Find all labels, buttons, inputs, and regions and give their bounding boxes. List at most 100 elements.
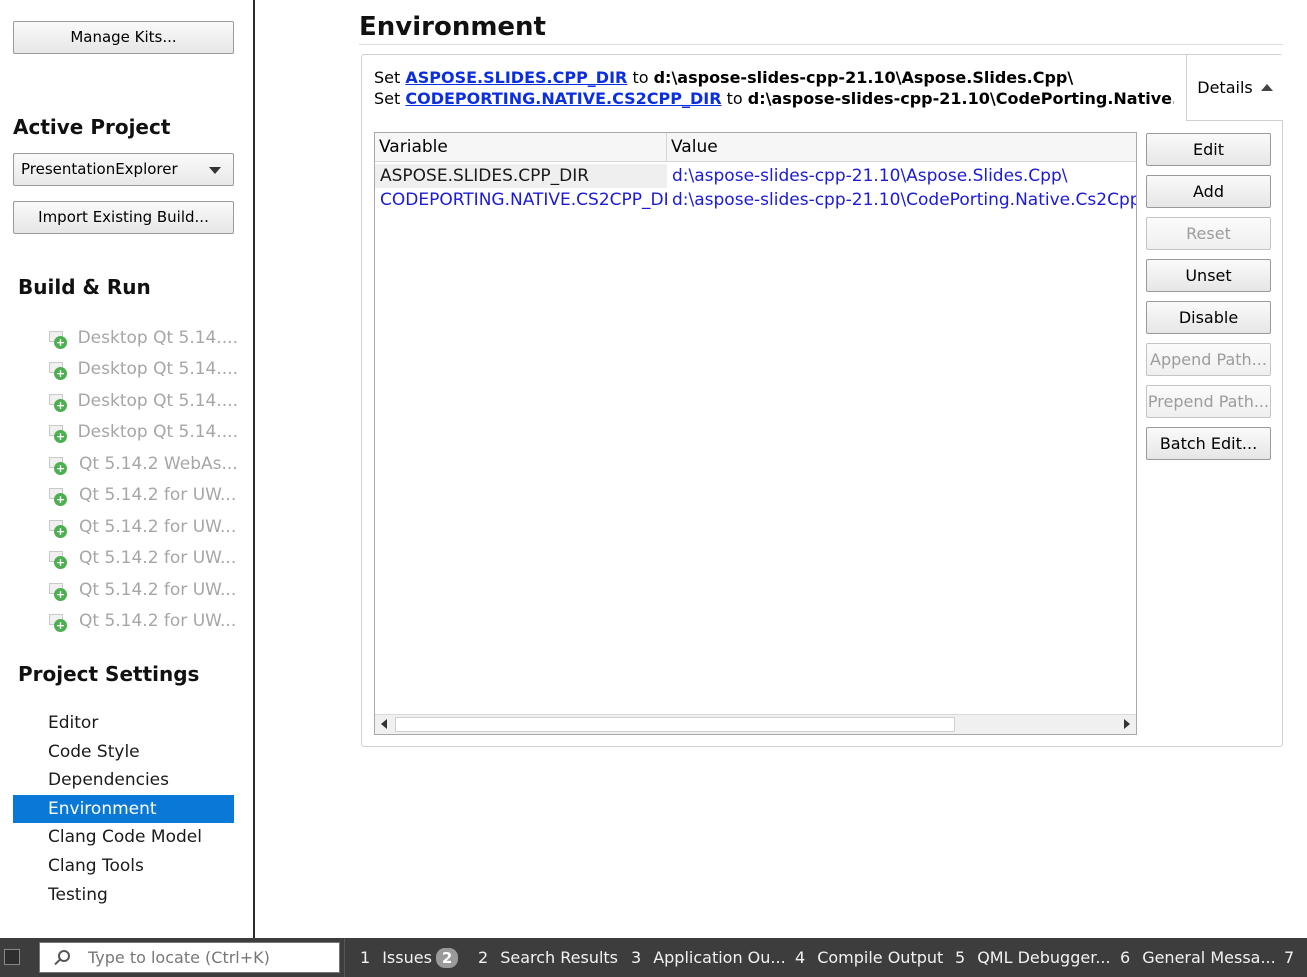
manage-kits-button[interactable]: Manage Kits... (13, 21, 234, 54)
tab-label: QML Debugger... (977, 948, 1111, 967)
kit-label: Qt 5.14.2 for UW... (79, 516, 237, 537)
page-title: Environment (359, 12, 546, 42)
kit-item[interactable]: + Qt 5.14.2 for UW... (48, 511, 238, 543)
summary-prefix: Set (374, 89, 406, 108)
project-settings-list: Editor Code Style Dependencies Environme… (13, 709, 234, 909)
append-path-button[interactable]: Append Path... (1146, 343, 1271, 376)
tab-number: 5 (955, 948, 966, 967)
summary-prefix: Set (374, 68, 406, 87)
kit-label: Desktop Qt 5.14.... (77, 327, 238, 348)
settings-item-clang-code-model[interactable]: Clang Code Model (13, 823, 234, 852)
kit-label: Qt 5.14.2 for UW... (79, 579, 237, 600)
output-tab-qml-debugger[interactable]: 5 QML Debugger... (955, 938, 1111, 977)
kit-item[interactable]: + Qt 5.14.2 for UW... (48, 606, 238, 638)
scroll-left-icon[interactable] (381, 719, 387, 729)
locator[interactable] (39, 942, 340, 973)
kit-item[interactable]: + Desktop Qt 5.14.... (48, 385, 238, 417)
output-tab-general-messages[interactable]: 6 General Messa... (1120, 938, 1276, 977)
horizontal-scrollbar[interactable] (375, 714, 1136, 734)
summary-variable-link[interactable]: ASPOSE.SLIDES.CPP_DIR (405, 68, 627, 87)
output-tab-application-output[interactable]: 3 Application Ou... (631, 938, 786, 977)
summary-value: d:\aspose-slides-cpp-21.10\Aspose.Slides… (653, 68, 1074, 87)
add-kit-icon: + (48, 549, 67, 570)
settings-item-dependencies[interactable]: Dependencies (13, 766, 234, 795)
active-project-heading: Active Project (13, 115, 171, 139)
sidebar: Manage Kits... Active Project Presentati… (0, 0, 255, 938)
disable-button[interactable]: Disable (1146, 301, 1271, 334)
status-divider (344, 938, 345, 977)
value-cell: d:\aspose-slides-cpp-21.10\CodePorting.N… (672, 190, 1136, 210)
add-kit-icon: + (48, 486, 67, 507)
add-button[interactable]: Add (1146, 175, 1271, 208)
settings-item-environment[interactable]: Environment (13, 794, 234, 824)
tab-label: General Messa... (1142, 948, 1276, 967)
kit-item[interactable]: + Qt 5.14.2 for UW... (48, 574, 238, 606)
project-settings-heading: Project Settings (18, 662, 200, 686)
active-project-value: PresentationExplorer (21, 160, 178, 178)
add-kit-icon: + (48, 360, 67, 381)
summary-variable-link[interactable]: CODEPORTING.NATIVE.CS2CPP_DIR (405, 89, 721, 108)
kit-label: Qt 5.14.2 WebAs... (79, 453, 238, 474)
summary-value: d:\aspose-slides-cpp-21.10\CodePorting.N… (747, 89, 1174, 108)
table-row[interactable]: ASPOSE.SLIDES.CPP_DIR d:\aspose-slides-c… (375, 164, 1136, 188)
column-header-variable[interactable]: Variable (375, 133, 667, 162)
collapse-arrow-icon (1260, 84, 1273, 91)
unset-button[interactable]: Unset (1146, 259, 1271, 292)
tab-label: Compile Output (817, 948, 944, 967)
variable-cell: CODEPORTING.NATIVE.CS2CPP_DIR (380, 190, 667, 210)
settings-item-code-style[interactable]: Code Style (13, 738, 234, 767)
kit-list: + Desktop Qt 5.14.... + Desktop Qt 5.14...… (48, 322, 238, 637)
app-window: Manage Kits... Active Project Presentati… (0, 0, 1307, 977)
kit-item[interactable]: + Desktop Qt 5.14.... (48, 322, 238, 354)
add-kit-icon: + (48, 329, 67, 349)
kit-label: Qt 5.14.2 for UW... (79, 485, 237, 506)
details-label: Details (1197, 78, 1253, 97)
output-tab-7[interactable]: 7 (1284, 938, 1294, 977)
locator-input[interactable] (88, 943, 338, 972)
tab-label: Application Ou... (653, 948, 786, 967)
tab-label: Search Results (500, 948, 619, 967)
active-project-select[interactable]: PresentationExplorer (13, 153, 234, 186)
add-kit-icon: + (48, 455, 67, 475)
tab-number: 1 (360, 948, 371, 967)
table-header: Variable Value (375, 133, 1136, 162)
kit-item[interactable]: + Qt 5.14.2 for UW... (48, 543, 238, 575)
reset-button[interactable]: Reset (1146, 217, 1271, 250)
details-toggle-button[interactable]: Details (1186, 55, 1283, 121)
add-kit-icon: + (48, 612, 67, 633)
scrollbar-thumb[interactable] (395, 717, 955, 732)
output-tab-issues[interactable]: 1 Issues 2 (360, 938, 459, 977)
table-row[interactable]: CODEPORTING.NATIVE.CS2CPP_DIR d:\aspose-… (375, 188, 1136, 212)
import-existing-build-button[interactable]: Import Existing Build... (13, 201, 234, 234)
kit-item[interactable]: + Qt 5.14.2 for UW... (48, 480, 238, 512)
kit-item[interactable]: + Desktop Qt 5.14.... (48, 417, 238, 449)
column-header-value[interactable]: Value (667, 133, 1136, 162)
settings-item-testing[interactable]: Testing (13, 881, 234, 910)
search-icon (58, 950, 70, 962)
tab-label: Issues (382, 948, 432, 967)
add-kit-icon: + (48, 392, 67, 412)
environment-summary: Set ASPOSE.SLIDES.CPP_DIR to d:\aspose-s… (374, 67, 1174, 109)
chevron-down-icon (209, 167, 221, 174)
edit-button[interactable]: Edit (1146, 133, 1271, 166)
kit-label: Desktop Qt 5.14.... (77, 359, 238, 380)
output-tab-compile-output[interactable]: 4 Compile Output (795, 938, 943, 977)
issues-count-badge: 2 (435, 948, 459, 968)
settings-item-clang-tools[interactable]: Clang Tools (13, 852, 234, 881)
title-divider (359, 44, 1283, 45)
scroll-right-icon[interactable] (1124, 719, 1130, 729)
variable-cell: ASPOSE.SLIDES.CPP_DIR (375, 164, 667, 188)
value-cell: d:\aspose-slides-cpp-21.10\Aspose.Slides… (672, 166, 1068, 186)
prepend-path-button[interactable]: Prepend Path... (1146, 385, 1271, 418)
add-kit-icon: + (48, 581, 67, 601)
kit-item[interactable]: + Desktop Qt 5.14.... (48, 354, 238, 386)
tab-number: 4 (795, 948, 806, 967)
summary-to: to (627, 68, 654, 87)
output-tab-search-results[interactable]: 2 Search Results (478, 938, 618, 977)
settings-item-editor[interactable]: Editor (13, 709, 234, 738)
batch-edit-button[interactable]: Batch Edit... (1146, 427, 1271, 460)
toggle-sidebar-icon[interactable] (4, 949, 20, 965)
summary-to: to (721, 89, 748, 108)
kit-item[interactable]: + Qt 5.14.2 WebAs... (48, 448, 238, 480)
status-bar: 1 Issues2 2Search Results 3Application Ou… (0, 938, 1307, 977)
